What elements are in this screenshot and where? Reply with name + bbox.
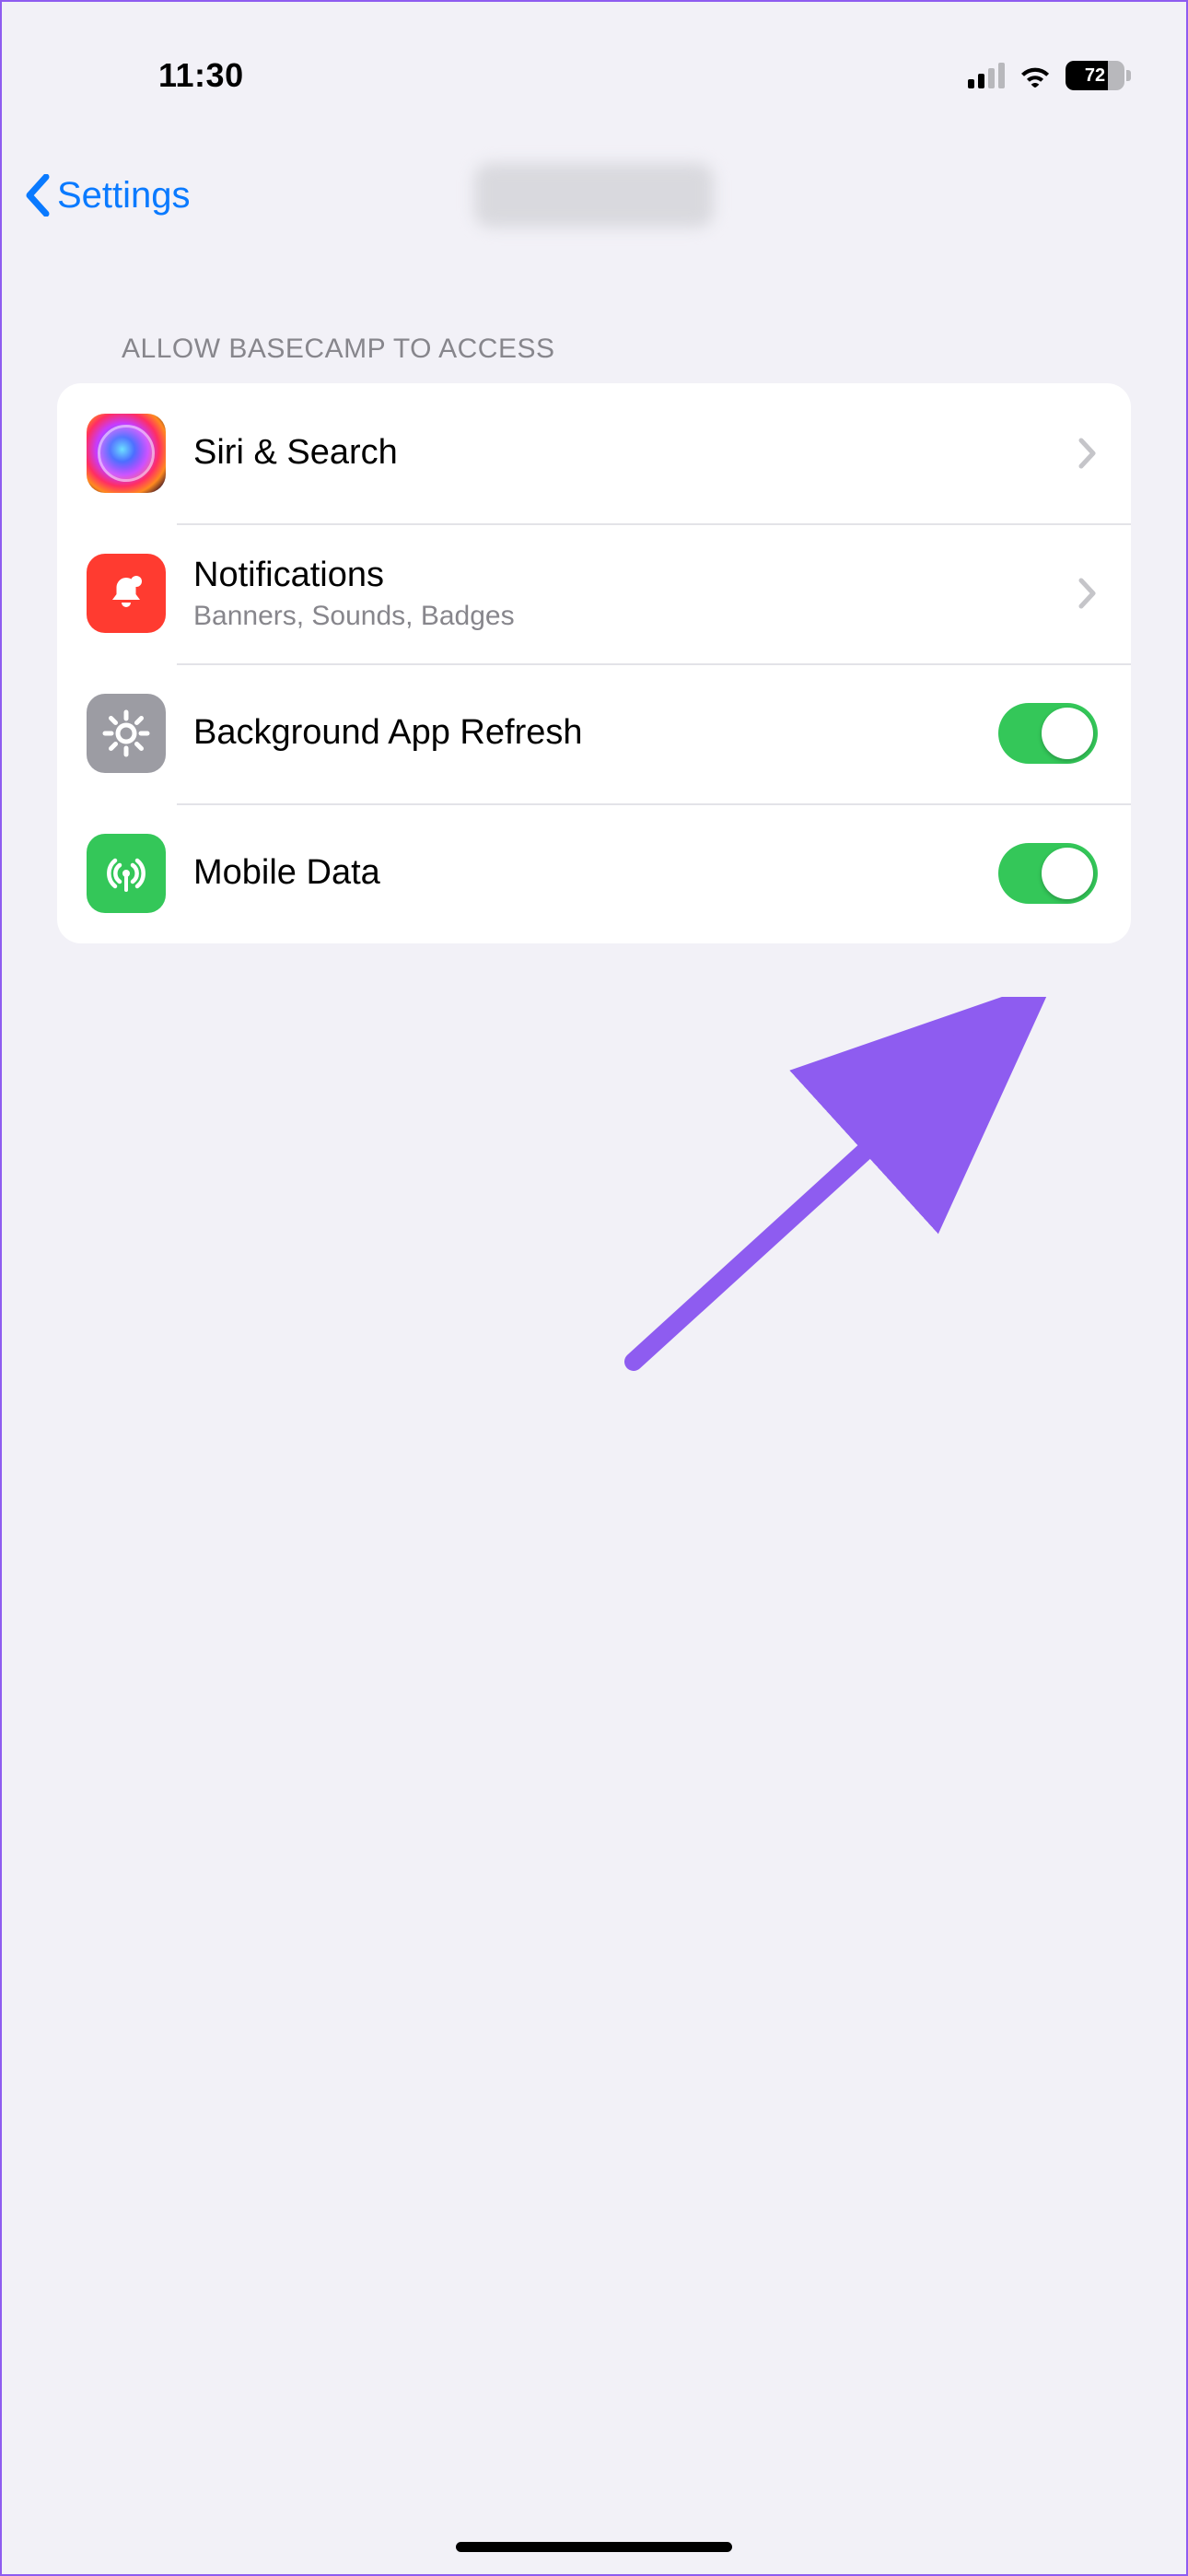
row-background-app-refresh: Background App Refresh <box>57 663 1131 803</box>
row-subtitle: Banners, Sounds, Badges <box>193 601 1077 632</box>
cellular-signal-icon <box>968 63 1005 88</box>
page-title-redacted <box>474 163 714 228</box>
row-title: Notifications <box>193 555 1077 597</box>
home-indicator[interactable] <box>456 2542 732 2552</box>
settings-list: Siri & Search Notifications Banners, Sou… <box>57 383 1131 943</box>
wifi-icon <box>1018 63 1053 88</box>
battery-indicator: 72 <box>1066 61 1131 90</box>
status-time: 11:30 <box>158 56 244 95</box>
antenna-icon <box>87 834 166 913</box>
mobile-data-toggle[interactable] <box>998 843 1098 904</box>
background-refresh-toggle[interactable] <box>998 703 1098 764</box>
chevron-right-icon <box>1077 437 1098 470</box>
battery-percent: 72 <box>1066 61 1124 90</box>
status-indicators: 72 <box>968 61 1131 90</box>
row-title: Background App Refresh <box>193 712 998 755</box>
row-notifications[interactable]: Notifications Banners, Sounds, Badges <box>57 523 1131 663</box>
chevron-left-icon <box>24 174 52 217</box>
navigation-bar: Settings <box>2 112 1186 278</box>
back-button[interactable]: Settings <box>24 174 191 217</box>
notifications-icon <box>87 554 166 633</box>
siri-icon <box>87 414 166 493</box>
row-title: Mobile Data <box>193 852 998 895</box>
row-mobile-data: Mobile Data <box>57 803 1131 943</box>
row-title: Siri & Search <box>193 432 1077 474</box>
annotation-arrow <box>610 997 1052 1384</box>
back-label: Settings <box>57 175 191 217</box>
chevron-right-icon <box>1077 577 1098 610</box>
section-header: Allow Basecamp to Access <box>2 278 1186 383</box>
row-siri-search[interactable]: Siri & Search <box>57 383 1131 523</box>
status-bar: 11:30 72 <box>2 2 1186 112</box>
gear-icon <box>87 694 166 773</box>
